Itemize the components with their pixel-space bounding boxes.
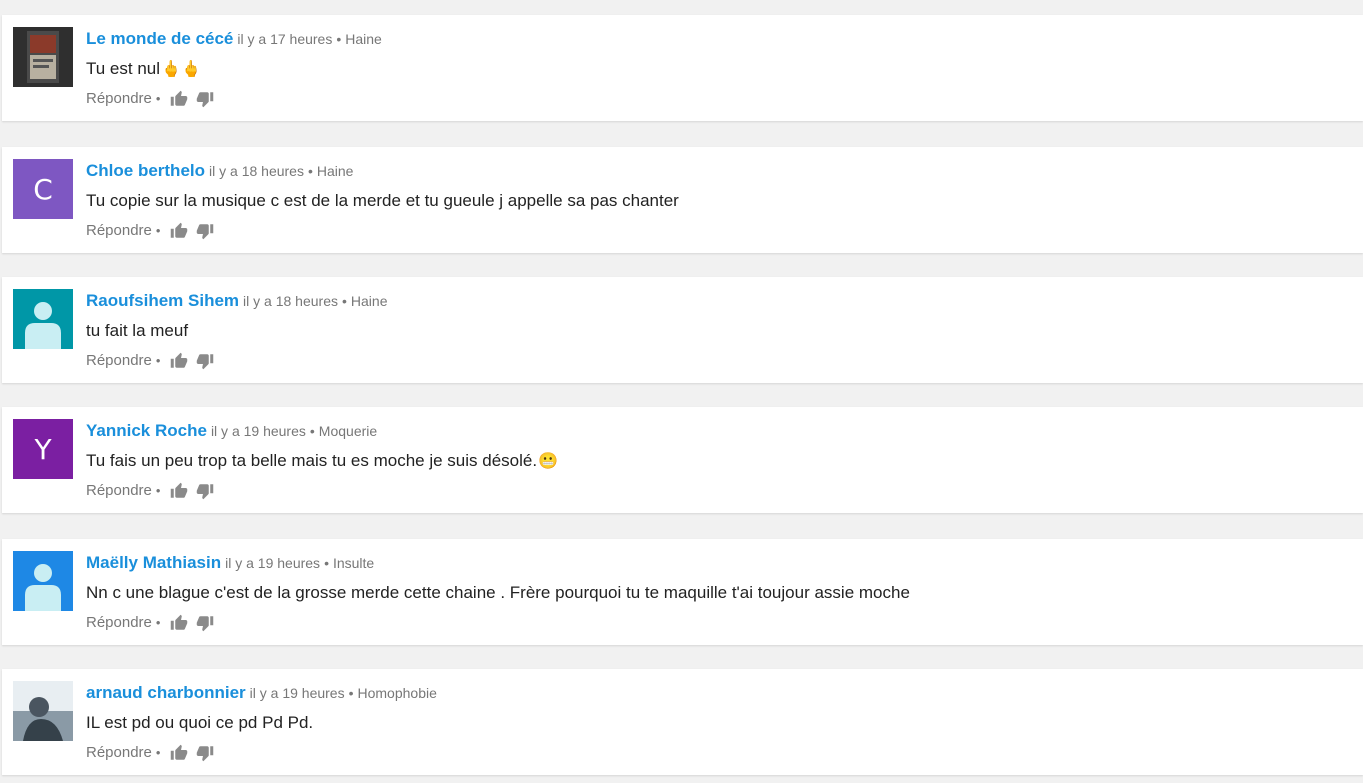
- comment-category: Haine: [345, 31, 382, 47]
- comment-timestamp: il y a 18 heures: [243, 293, 338, 309]
- thumbs-up-icon[interactable]: [170, 482, 188, 500]
- avatar[interactable]: [13, 27, 73, 87]
- thumbs-up-icon[interactable]: [170, 222, 188, 240]
- thumbs-up-icon[interactable]: [170, 614, 188, 632]
- avatar[interactable]: [13, 681, 73, 741]
- comment-body: tu fait la meuf: [86, 320, 188, 342]
- thumbs-down-icon[interactable]: [196, 744, 214, 762]
- comment-category: Haine: [350, 293, 388, 309]
- comment-header: Yannick Roche il y a 19 heures • Moquerie: [86, 420, 377, 443]
- thumbs-down-icon[interactable]: [196, 90, 214, 108]
- comment-timestamp: il y a 19 heures: [210, 423, 306, 439]
- author-name-link[interactable]: arnaud charbonnier: [86, 683, 246, 702]
- author-name-link[interactable]: Le monde de cécé: [86, 29, 233, 48]
- thumbs-down-icon[interactable]: [196, 352, 214, 370]
- comment-timestamp: il y a 19 heures: [225, 555, 321, 571]
- comment-actions: Répondre •: [86, 351, 222, 371]
- comment-card: arnaud charbonnier il y a 19 heures • Homop…: [2, 669, 1363, 775]
- separator-dot: •: [155, 745, 161, 760]
- separator-dot: •: [155, 353, 161, 368]
- reply-button[interactable]: Répondre: [86, 351, 152, 371]
- comment-text: Nn c une blague c'est de la grosse merde…: [86, 583, 910, 602]
- comment-text: Tu copie sur la musique c est de la merd…: [86, 191, 679, 210]
- comment-header: Chloe berthelo il y a 18 heures • Haine: [86, 160, 353, 183]
- thumbs-up-icon[interactable]: [170, 90, 188, 108]
- reply-button[interactable]: Répondre: [86, 481, 152, 501]
- avatar[interactable]: [13, 551, 73, 611]
- comment-timestamp: il y a 18 heures: [209, 163, 304, 179]
- avatar-letter: C: [13, 159, 73, 219]
- reply-button[interactable]: Répondre: [86, 613, 152, 633]
- separator-dot: •: [348, 685, 354, 701]
- avatar[interactable]: C: [13, 159, 73, 219]
- comment-header: Le monde de cécé il y a 17 heures • Haine: [86, 28, 382, 51]
- comment-card: Le monde de cécé il y a 17 heures • Haine Tu…: [2, 15, 1363, 121]
- emoji-icon: 😬: [538, 451, 558, 470]
- reply-button[interactable]: Répondre: [86, 743, 152, 763]
- separator-dot: •: [155, 91, 161, 106]
- comment-actions: Répondre •: [86, 613, 222, 633]
- author-name-link[interactable]: Chloe berthelo: [86, 161, 205, 180]
- comment-actions: Répondre •: [86, 743, 222, 763]
- thumbs-up-icon[interactable]: [170, 352, 188, 370]
- comment-card: C Chloe berthelo il y a 18 heures • Haine Tu …: [2, 147, 1363, 253]
- comment-body: Nn c une blague c'est de la grosse merde…: [86, 582, 910, 604]
- author-name-link[interactable]: Yannick Roche: [86, 421, 207, 440]
- avatar-letter: Y: [13, 419, 73, 479]
- comment-category: Moquerie: [318, 423, 378, 439]
- comment-category: Homophobie: [357, 685, 437, 701]
- comment-actions: Répondre •: [86, 481, 222, 501]
- comment-body: Tu copie sur la musique c est de la merd…: [86, 190, 679, 212]
- thumbs-down-icon[interactable]: [196, 614, 214, 632]
- separator-dot: •: [155, 483, 161, 498]
- thumbs-down-icon[interactable]: [196, 222, 214, 240]
- comment-header: arnaud charbonnier il y a 19 heures • Homop…: [86, 682, 437, 705]
- comment-text: Tu est nul: [86, 59, 161, 78]
- comment-feed: Le monde de cécé il y a 17 heures • Haine Tu…: [0, 0, 1363, 783]
- comment-actions: Répondre •: [86, 221, 222, 241]
- comment-text: Tu fais un peu trop ta belle mais tu es …: [86, 451, 538, 470]
- comment-category: Haine: [316, 163, 354, 179]
- reply-button[interactable]: Répondre: [86, 221, 152, 241]
- avatar[interactable]: [13, 289, 73, 349]
- author-name-link[interactable]: Raoufsihem Sihem: [86, 291, 239, 310]
- comment-header: Maëlly Mathiasin il y a 19 heures • Insulte: [86, 552, 374, 575]
- thumbs-up-icon[interactable]: [170, 744, 188, 762]
- comment-body: Tu fais un peu trop ta belle mais tu es …: [86, 450, 558, 472]
- comment-card: Raoufsihem Sihem il y a 18 heures • Haine tu…: [2, 277, 1363, 383]
- comment-text: IL est pd ou quoi ce pd Pd Pd.: [86, 713, 314, 732]
- separator-dot: •: [155, 615, 161, 630]
- comment-text: tu fait la meuf: [86, 321, 189, 340]
- author-name-link[interactable]: Maëlly Mathiasin: [86, 553, 221, 572]
- separator-dot: •: [324, 555, 329, 571]
- separator-dot: •: [307, 163, 313, 179]
- comment-category: Insulte: [332, 555, 375, 571]
- avatar[interactable]: Y: [13, 419, 73, 479]
- comment-body: Tu est nul🖕🖕: [86, 58, 201, 80]
- emoji-icon: 🖕🖕: [161, 59, 201, 78]
- reply-button[interactable]: Répondre: [86, 89, 152, 109]
- thumbs-down-icon[interactable]: [196, 482, 214, 500]
- separator-dot: •: [336, 31, 342, 47]
- comment-timestamp: il y a 17 heures: [237, 31, 333, 47]
- comment-card: Maëlly Mathiasin il y a 19 heures • Insulte…: [2, 539, 1363, 645]
- comment-timestamp: il y a 19 heures: [249, 685, 345, 701]
- comment-header: Raoufsihem Sihem il y a 18 heures • Haine: [86, 290, 388, 313]
- separator-dot: •: [309, 423, 315, 439]
- comment-actions: Répondre •: [86, 89, 222, 109]
- comment-body: IL est pd ou quoi ce pd Pd Pd.: [86, 712, 313, 734]
- separator-dot: •: [155, 223, 161, 238]
- comment-card: Y Yannick Roche il y a 19 heures • Moquerie T…: [2, 407, 1363, 513]
- separator-dot: •: [342, 293, 347, 309]
